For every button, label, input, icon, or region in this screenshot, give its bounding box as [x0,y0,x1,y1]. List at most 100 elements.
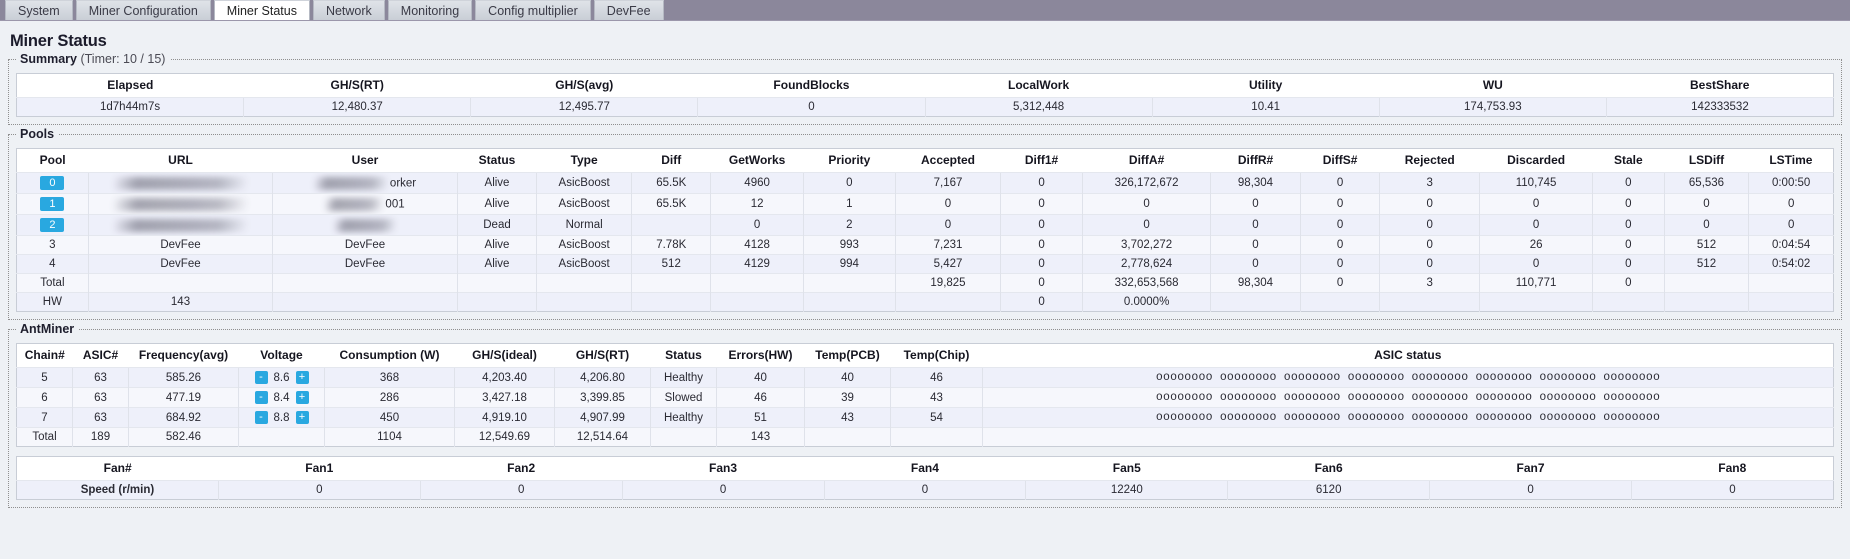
pools-cell-lsdiff: 0 [1663,193,1749,215]
pools-cell-rejected: 0 [1379,254,1480,274]
pools-cell-stale: 0 [1591,193,1665,215]
pools-hw-row-stale [1591,292,1665,312]
voltage-decrease-button[interactable]: - [254,371,268,384]
pools-cell-user: DevFee [272,235,458,255]
pools-col-diff1-: Diff1# [1000,148,1083,173]
antminer-cell-freq: 684.92 [128,407,239,428]
pools-cell-priority: 993 [802,235,896,255]
summary-value-localwork: 5,312,448 [924,97,1153,117]
pools-cell-rejected: 0 [1379,214,1480,236]
voltage-decrease-button[interactable]: - [254,411,268,424]
antminer-cell-asic: 63 [72,367,129,388]
fans-value-7: 0 [1429,480,1632,500]
pools-cell-diff [631,214,711,236]
tab-network[interactable]: Network [312,0,385,20]
tab-miner-configuration[interactable]: Miner Configuration [75,0,211,20]
pools-total-row-lsdiff [1663,273,1749,293]
antminer-col-voltage: Voltage [238,343,325,368]
pools-header-row: Pool URL User Status Type Diff GetWorks Priorit… [16,148,1834,173]
pools-hw-row-diffa: 0.0000% [1082,292,1211,312]
pools-hw-row-discarded [1479,292,1593,312]
voltage-increase-button[interactable]: + [295,411,309,424]
pools-total-row-getworks [710,273,804,293]
summary-col-wu: WU [1379,73,1607,98]
voltage-value: 8.6 [273,371,290,384]
voltage-value: 8.8 [273,411,290,424]
voltage-increase-button[interactable]: + [295,391,309,404]
tab-devfee[interactable]: DevFee [593,0,664,20]
pools-cell-rejected: 0 [1379,193,1480,215]
pools-cell-diffs: 0 [1299,254,1380,274]
pools-col-diffs-: DiffS# [1300,148,1380,173]
pools-row: 3 DevFee DevFee Alive AsicBoost 7.78K 4128 993 7… [16,235,1834,255]
pool-index-badge[interactable]: 0 [40,176,65,190]
pools-cell-lstime: 0:54:02 [1748,254,1834,274]
tab-system[interactable]: System [5,0,73,20]
pools-cell-status: Alive [456,193,537,215]
antminer-total-row: Total 189 582.46 1104 12,549.69 12,514.64 143 [16,427,1834,447]
fans-value-5: 12240 [1025,480,1228,500]
redacted-user [313,176,388,190]
pools-cell-getworks: 0 [710,214,804,236]
pools-cell-getworks: 4128 [710,235,804,255]
antminer-total-freq: 582.46 [128,427,239,447]
tab-monitoring[interactable]: Monitoring [387,0,473,20]
pools-hw-row-type [536,292,632,312]
fans-value-1: 0 [217,480,421,500]
fans-col-fan-: Fan# [16,456,219,481]
pools-cell-lstime: 0:00:50 [1748,172,1834,194]
antminer-cell-voltage: -8.4 + [238,387,325,408]
tab-miner-status[interactable]: Miner Status [213,0,310,20]
summary-col-gh-s-rt-: GH/S(RT) [243,73,471,98]
pools-cell-url: DevFee [87,254,273,274]
pools-user-suffix: 001 [385,198,405,211]
pools-row: 0 orker Alive AsicBoost 65.5K 4960 0 7,167 0 326,… [16,172,1834,194]
tab-config-multiplier[interactable]: Config multiplier [475,0,591,20]
pools-cell-lsdiff: 512 [1663,235,1749,255]
summary-value-bestshare: 142333532 [1605,97,1834,117]
pools-user-suffix: orker [389,177,417,190]
summary-value-utility: 10.41 [1151,97,1380,117]
antminer-cell-freq: 585.26 [128,367,239,388]
voltage-stepper: -8.4 + [254,391,309,404]
pools-cell-accepted: 0 [894,214,1001,236]
pool-index-badge[interactable]: 2 [40,218,65,232]
antminer-cell-rt: 4,907.99 [554,407,651,428]
antminer-body: 5 63 585.26-8.6 +368 4,203.40 4,206.80 Healthy… [16,367,1834,447]
antminer-legend-label: AntMiner [20,322,75,336]
voltage-increase-button[interactable]: + [295,371,309,384]
pools-cell-stale: 0 [1591,254,1665,274]
antminer-col-consumption-w-: Consumption (W) [324,343,455,368]
pools-cell-pool: 0 [16,172,89,194]
pools-cell-diff1: 0 [1000,172,1083,194]
antminer-total-status [650,427,717,447]
pools-cell-type: AsicBoost [536,254,632,274]
summary-col-gh-s-avg-: GH/S(avg) [470,73,698,98]
fans-value-4: 0 [823,480,1026,500]
pools-hw-row-diffr [1210,292,1301,312]
pools-cell-accepted: 5,427 [894,254,1001,274]
antminer-row: 6 63 477.19-8.4 +286 3,427.18 3,399.85 Slowed 4… [16,387,1834,408]
pools-hw-row: HW 143 0 0.0000% [16,292,1834,312]
summary-legend-label: Summary [20,52,77,66]
pools-row: 1 001 Alive AsicBoost 65.5K 12 1 0 0 0 0 0 0 0 0 0 0 [16,193,1834,215]
pools-total-row-discarded: 110,771 [1479,273,1593,293]
antminer-cell-voltage: -8.8 + [238,407,325,428]
pools-body: 0 orker Alive AsicBoost 65.5K 4960 0 7,167 0 326,… [16,172,1834,312]
fans-col-fan1: Fan1 [218,456,421,481]
pools-cell-pool: 3 [16,235,89,255]
redacted-user [325,197,384,211]
pools-cell-diff1: 0 [1000,214,1083,236]
voltage-decrease-button[interactable]: - [254,391,268,404]
summary-panel: Summary (Timer: 10 / 15) Elapsed GH/S(RT)… [8,52,1842,125]
summary-col-elapsed: Elapsed [16,73,244,98]
pool-index-badge[interactable]: 1 [40,197,65,211]
pools-hw-row-url: 143 [87,292,273,312]
antminer-cell-rt: 4,206.80 [554,367,651,388]
antminer-cell-temp_chip: 54 [890,407,983,428]
pools-cell-diff: 65.5K [631,193,711,215]
pools-col-lsdiff: LSDiff [1664,148,1749,173]
pools-cell-lsdiff: 512 [1663,254,1749,274]
pools-cell-user: 001 [272,193,458,215]
pools-cell-diffa: 2,778,624 [1082,254,1211,274]
